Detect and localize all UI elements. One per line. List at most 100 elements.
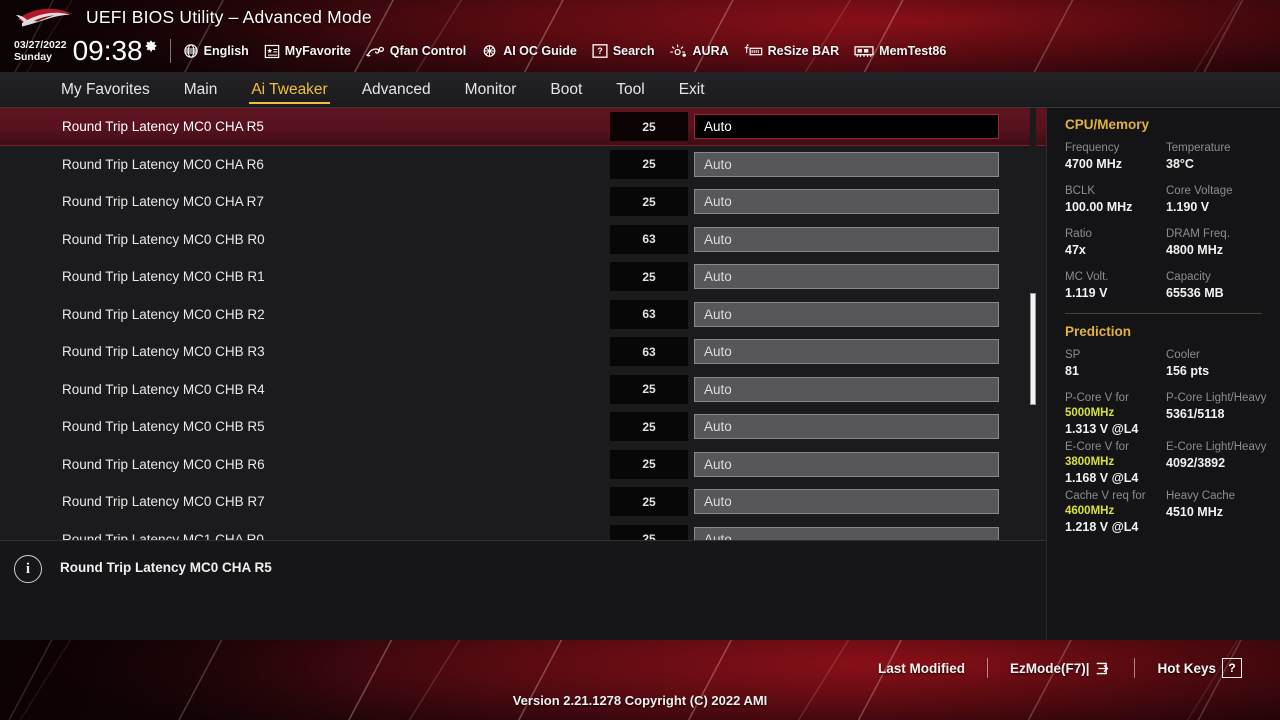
ezmode-button[interactable]: EzMode(F7)| xyxy=(988,661,1135,676)
nav-tab-my-favorites[interactable]: My Favorites xyxy=(44,75,167,105)
tool-qfan-control[interactable]: Qfan Control xyxy=(365,43,466,59)
ezmode-label: EzMode(F7)| xyxy=(1009,660,1090,676)
setting-value-input[interactable]: Auto xyxy=(694,339,999,365)
setting-row[interactable]: Round Trip Latency MC0 CHB R2 63 Auto xyxy=(0,296,1046,334)
monitor-cell: Heavy Cache 4510 MHz xyxy=(1166,489,1267,536)
setting-value-input[interactable]: Auto xyxy=(694,489,999,515)
tool-resize-bar[interactable]: ReSize BAR xyxy=(744,43,840,59)
setting-value-input[interactable]: Auto xyxy=(694,226,999,252)
setting-current-number: 25 xyxy=(610,449,688,479)
setting-row[interactable]: Round Trip Latency MC0 CHB R1 25 Auto xyxy=(0,258,1046,296)
monitor-cell: Frequency 4700 MHz xyxy=(1065,141,1166,173)
setting-row[interactable]: Round Trip Latency MC0 CHB R7 25 Auto xyxy=(0,483,1046,521)
monitor-cell: DRAM Freq. 4800 MHz xyxy=(1166,227,1267,259)
nav-tab-exit[interactable]: Exit xyxy=(662,75,722,105)
setting-value-input[interactable]: Auto xyxy=(694,114,999,140)
setting-label: Round Trip Latency MC0 CHB R7 xyxy=(62,494,265,510)
metric-key: E-Core Light/Heavy xyxy=(1166,441,1267,453)
setting-row[interactable]: Round Trip Latency MC0 CHA R7 25 Auto xyxy=(0,183,1046,221)
monitor-pair: SP 81 Cooler 156 pts xyxy=(1065,348,1280,380)
version-text: Version 2.21.1278 Copyright (C) 2022 AMI xyxy=(512,693,768,708)
metric-value: 4092/3892 xyxy=(1166,456,1226,470)
setting-current-number: 25 xyxy=(610,149,688,179)
header-toolbar: 03/27/2022 Sunday 09:38 English MyFavori… xyxy=(0,34,1280,68)
tool-memtest86[interactable]: MemTest86 xyxy=(854,44,946,59)
tool-label: English xyxy=(203,44,249,58)
nav-tab-tool[interactable]: Tool xyxy=(599,75,661,105)
scrollbar-thumb[interactable] xyxy=(1030,293,1036,405)
tool-label: ReSize BAR xyxy=(767,44,840,58)
nav-tab-boot[interactable]: Boot xyxy=(533,75,599,105)
setting-value-input[interactable]: Auto xyxy=(694,526,999,540)
svg-text:?: ? xyxy=(597,46,602,56)
datetime[interactable]: 03/27/2022 Sunday 09:38 xyxy=(14,37,158,65)
setting-number-text: 25 xyxy=(642,532,656,540)
setting-value-text: Auto xyxy=(704,269,732,285)
setting-value-text: Auto xyxy=(704,344,732,360)
tool-label: AI OC Guide xyxy=(503,44,577,58)
setting-current-number: 25 xyxy=(610,112,688,142)
tool-english[interactable]: English xyxy=(183,43,249,59)
setting-value-input[interactable]: Auto xyxy=(694,451,999,477)
setting-value-input[interactable]: Auto xyxy=(694,189,999,215)
metric-key: Frequency xyxy=(1065,142,1120,154)
setting-value-input[interactable]: Auto xyxy=(694,301,999,327)
setting-current-number: 25 xyxy=(610,412,688,442)
monitor-pair: MC Volt. 1.119 V Capacity 65536 MB xyxy=(1065,270,1280,302)
globe-icon xyxy=(183,44,198,58)
nav-tab-advanced[interactable]: Advanced xyxy=(345,75,448,105)
setting-row[interactable]: Round Trip Latency MC0 CHB R3 63 Auto xyxy=(0,333,1046,371)
last-modified-button[interactable]: Last Modified xyxy=(856,661,987,676)
metric-value: 4800 MHz xyxy=(1166,243,1223,257)
monitor-pair: Frequency 4700 MHz Temperature 38°C xyxy=(1065,141,1280,173)
hotkeys-button[interactable]: Hot Keys ? xyxy=(1135,658,1264,678)
star-list-icon xyxy=(264,44,280,58)
setting-value-text: Auto xyxy=(704,306,732,322)
settings-list[interactable]: Round Trip Latency MC0 CHA R5 25 Auto Round… xyxy=(0,108,1046,540)
metric-value: 156 pts xyxy=(1166,364,1210,378)
info-icon: i xyxy=(14,555,42,583)
date-block: 03/27/2022 Sunday xyxy=(14,39,67,63)
metric-key: E-Core V for 3800MHz xyxy=(1065,441,1129,468)
metric-key: Ratio xyxy=(1065,228,1092,240)
nav-tab-ai-tweaker[interactable]: Ai Tweaker xyxy=(234,75,344,105)
metric-key: P-Core V for 5000MHz xyxy=(1065,392,1129,419)
metric-value: 1.190 V xyxy=(1166,200,1210,214)
ai-brain-icon xyxy=(483,45,496,57)
fan-icon xyxy=(365,46,384,57)
help-text: Round Trip Latency MC0 CHA R5 xyxy=(60,560,272,575)
tool-ai-oc-guide[interactable]: AI OC Guide xyxy=(481,43,577,59)
setting-row[interactable]: Round Trip Latency MC0 CHB R5 25 Auto xyxy=(0,408,1046,446)
monitor-cell: MC Volt. 1.119 V xyxy=(1065,270,1166,302)
nav-tab-monitor[interactable]: Monitor xyxy=(448,75,534,105)
metric-value: 38°C xyxy=(1166,157,1194,171)
tool-search[interactable]: ? Search xyxy=(592,43,655,59)
setting-value-text: Auto xyxy=(704,456,732,472)
setting-row[interactable]: Round Trip Latency MC0 CHA R5 25 Auto xyxy=(0,108,1046,146)
setting-value-input[interactable]: Auto xyxy=(694,376,999,402)
setting-row[interactable]: Round Trip Latency MC0 CHB R6 25 Auto xyxy=(0,446,1046,484)
setting-value-text: Auto xyxy=(704,194,732,210)
setting-current-number: 63 xyxy=(610,337,688,367)
monitor-cell: P-Core Light/Heavy 5361/5118 xyxy=(1166,391,1267,438)
setting-number-text: 25 xyxy=(642,119,656,134)
setting-number-text: 63 xyxy=(642,307,656,322)
setting-row[interactable]: Round Trip Latency MC0 CHB R4 25 Auto xyxy=(0,371,1046,409)
section-prediction: Prediction xyxy=(1065,324,1132,339)
hotkeys-label: Hot Keys xyxy=(1157,660,1216,676)
setting-value-input[interactable]: Auto xyxy=(694,264,999,290)
metric-value: 4700 MHz xyxy=(1065,157,1122,171)
setting-row[interactable]: Round Trip Latency MC0 CHA R6 25 Auto xyxy=(0,146,1046,184)
aura-light-icon xyxy=(669,44,686,57)
setting-value-input[interactable]: Auto xyxy=(694,414,999,440)
tool-aura[interactable]: AURA xyxy=(669,43,729,59)
setting-row[interactable]: Round Trip Latency MC1 CHA R0 25 Auto xyxy=(0,521,1046,540)
setting-value-input[interactable]: Auto xyxy=(694,151,999,177)
monitor-cell: P-Core V for 5000MHz 1.313 V @L4 xyxy=(1065,391,1166,438)
setting-current-number: 25 xyxy=(610,374,688,404)
gear-icon[interactable] xyxy=(144,39,158,53)
setting-row[interactable]: Round Trip Latency MC0 CHB R0 63 Auto xyxy=(0,221,1046,259)
prediction-row-cache: Cache V req for 4600MHz 1.218 V @L4 Heav… xyxy=(1065,489,1280,536)
nav-tab-main[interactable]: Main xyxy=(167,75,235,105)
tool-myfavorite[interactable]: MyFavorite xyxy=(264,44,351,59)
